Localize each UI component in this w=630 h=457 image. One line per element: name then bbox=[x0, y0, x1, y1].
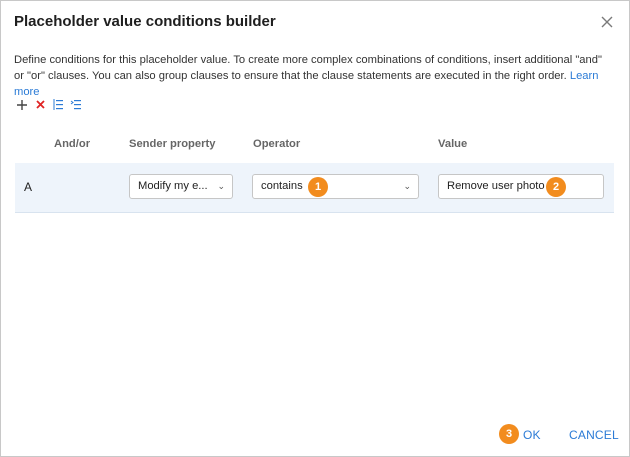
group-icon[interactable] bbox=[52, 98, 64, 111]
delete-icon[interactable] bbox=[34, 98, 46, 111]
header-andor: And/or bbox=[54, 138, 91, 150]
table-row: A Modify my e... ⌄ contains ⌄ Remove use… bbox=[15, 163, 614, 213]
step-badge-2: 2 bbox=[546, 177, 566, 197]
step-badge-1: 1 bbox=[308, 177, 328, 197]
header-value: Value bbox=[438, 138, 468, 150]
ok-button[interactable]: OK bbox=[523, 428, 541, 442]
chevron-down-icon: ⌄ bbox=[403, 181, 411, 191]
value-input[interactable]: Remove user photo bbox=[438, 174, 604, 199]
operator-value: contains bbox=[261, 180, 303, 192]
ungroup-icon[interactable] bbox=[70, 98, 82, 111]
header-operator: Operator bbox=[253, 138, 301, 150]
cancel-button[interactable]: CANCEL bbox=[569, 428, 619, 442]
sender-property-select[interactable]: Modify my e... ⌄ bbox=[129, 174, 233, 199]
header-sender-property: Sender property bbox=[129, 138, 216, 150]
toolbar bbox=[16, 98, 82, 111]
sender-property-value: Modify my e... bbox=[138, 180, 208, 192]
operator-select[interactable]: contains ⌄ bbox=[252, 174, 419, 199]
step-badge-3: 3 bbox=[499, 424, 519, 444]
description-text: Define conditions for this placeholder v… bbox=[14, 54, 602, 82]
row-label: A bbox=[24, 180, 33, 194]
dialog-title: Placeholder value conditions builder bbox=[14, 13, 276, 30]
chevron-down-icon: ⌄ bbox=[217, 181, 225, 191]
close-icon[interactable] bbox=[600, 15, 614, 29]
dialog-description: Define conditions for this placeholder v… bbox=[14, 52, 614, 100]
plus-icon[interactable] bbox=[16, 98, 28, 111]
conditions-dialog: Placeholder value conditions builder Def… bbox=[0, 0, 630, 457]
value-text: Remove user photo bbox=[447, 180, 545, 192]
